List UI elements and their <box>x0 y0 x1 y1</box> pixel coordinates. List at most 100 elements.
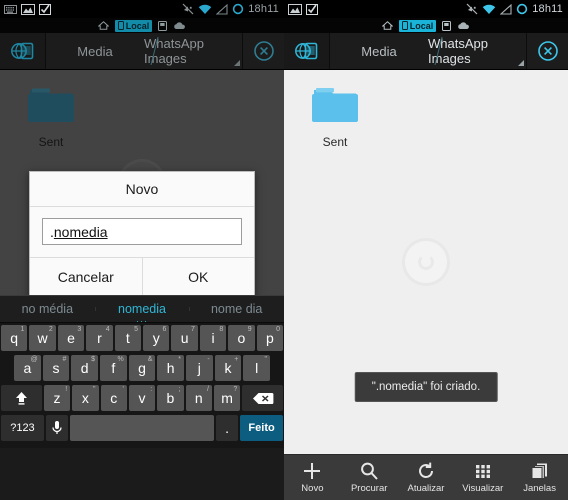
toolbar-item-atualizar[interactable]: Atualizar <box>398 461 455 494</box>
checkbox-icon <box>39 3 51 15</box>
key-v[interactable]: :v <box>128 385 156 411</box>
key-sup: + <box>234 356 239 363</box>
key-t[interactable]: 5t <box>114 325 142 351</box>
key-label: ?123 <box>10 422 35 434</box>
done-key[interactable]: Feito <box>240 415 284 441</box>
period-key[interactable]: . <box>215 415 239 441</box>
panel-left-dialog: 18h11 Local Media WhatsApp Images Sent N… <box>0 0 284 500</box>
key-label: s <box>52 360 60 376</box>
key-p[interactable]: 0p <box>256 325 284 351</box>
location-tab-local[interactable]: Local <box>398 19 437 32</box>
key-j[interactable]: -j <box>186 355 213 381</box>
file-area-right[interactable]: Sent ".nomedia" foi criado. <box>284 70 568 454</box>
signal-icon <box>500 3 512 15</box>
cancel-button[interactable]: Cancelar <box>30 258 142 295</box>
toolbar-item-visualizar[interactable]: Visualizar <box>454 461 511 494</box>
symbols-key[interactable]: ?123 <box>1 415 44 441</box>
key-b[interactable]: ; b <box>157 385 184 411</box>
key-y[interactable]: 6y <box>143 325 170 351</box>
key-o[interactable]: 9o <box>228 325 255 351</box>
key-label: j <box>197 360 201 376</box>
key-label: f <box>111 360 116 376</box>
breadcrumb-segment-whatsapp-images[interactable]: WhatsApp Images <box>144 33 242 69</box>
key-q[interactable]: 1q <box>1 325 28 351</box>
cloud-icon[interactable] <box>173 21 186 30</box>
key-label: y <box>152 330 160 346</box>
key-label: b <box>166 390 175 406</box>
breadcrumb-segment-media[interactable]: Media <box>46 33 144 69</box>
key-a[interactable]: @ a <box>14 355 41 381</box>
status-time: 18h11 <box>532 3 563 15</box>
key-c[interactable]: ' c <box>100 385 127 411</box>
breadcrumb-segment-whatsapp-images[interactable]: WhatsApp Images <box>428 33 526 69</box>
status-time: 18h11 <box>248 3 279 15</box>
toolbar-item-janelas[interactable]: Janelas <box>511 461 568 494</box>
key-u[interactable]: 7u <box>171 325 198 351</box>
key-s[interactable]: # s <box>42 355 70 381</box>
key-label: r <box>97 330 102 346</box>
file-item-sent[interactable]: Sent <box>298 82 372 149</box>
vibrate-off-icon <box>182 3 194 15</box>
key-sup: - <box>207 356 210 363</box>
close-circle-icon[interactable] <box>242 33 284 69</box>
breadcrumb-corner-icon <box>234 60 240 66</box>
filename-input[interactable]: .nomedia <box>42 218 242 245</box>
file-area-left[interactable]: Sent Novo .nomedia Cancelar OK <box>0 70 284 295</box>
key-sup: $ <box>91 356 96 363</box>
location-bar-right: Local <box>284 18 568 33</box>
key-f[interactable]: % f <box>100 355 127 381</box>
key-sup: 5 <box>134 326 139 333</box>
key-z[interactable]: ! z <box>43 385 71 411</box>
cloud-icon[interactable] <box>457 21 470 30</box>
key-x[interactable]: " x <box>72 385 99 411</box>
key-sup: 7 <box>190 326 195 333</box>
suggestion-0[interactable]: no média <box>0 302 95 316</box>
key-sup: 2 <box>48 326 53 333</box>
bottom-toolbar: Novo Procurar Atualizar Visualizar Janel… <box>284 454 568 500</box>
home-icon[interactable] <box>381 21 393 30</box>
sdcard-icon[interactable] <box>158 20 168 31</box>
key-sup: " <box>93 386 96 393</box>
key-n[interactable]: / n <box>185 385 212 411</box>
device-globe-icon[interactable] <box>0 33 46 69</box>
toolbar-item-procurar[interactable]: Procurar <box>341 461 398 494</box>
key-label: e <box>67 330 75 346</box>
key-m[interactable]: ? m <box>213 385 241 411</box>
key-g[interactable]: & g <box>128 355 156 381</box>
key-i[interactable]: 8i <box>199 325 227 351</box>
key-w[interactable]: 2w <box>29 325 56 351</box>
device-globe-icon[interactable] <box>284 33 330 69</box>
toolbar-item-novo[interactable]: Novo <box>284 461 341 494</box>
key-k[interactable]: + k <box>214 355 242 381</box>
toolbar-label: Novo <box>301 483 324 494</box>
key-e[interactable]: 3e <box>57 325 85 351</box>
key-label: i <box>211 330 215 346</box>
location-tab-local[interactable]: Local <box>114 19 153 32</box>
close-circle-icon[interactable] <box>526 33 568 69</box>
status-left-icons <box>4 3 51 15</box>
file-item-label: Sent <box>322 135 348 149</box>
keyboard-row-2: @ a # s $ d % f & g * h -j + k " l <box>0 353 284 383</box>
checkbox-icon <box>306 3 318 15</box>
on-screen-keyboard: no média nomedia nome dia 1q 2w 3e 4r 5t… <box>0 295 284 448</box>
breadcrumb-segment-media[interactable]: Media <box>330 33 428 69</box>
key-r[interactable]: 4r <box>86 325 113 351</box>
shift-icon[interactable] <box>1 385 42 411</box>
suggestion-1[interactable]: nomedia <box>94 302 190 326</box>
toolbar-label: Procurar <box>350 483 388 494</box>
space-key[interactable] <box>70 415 214 441</box>
key-l[interactable]: " l <box>243 355 271 381</box>
key-label: q <box>10 330 19 346</box>
ok-button[interactable]: OK <box>141 258 254 295</box>
file-grid-right: Sent <box>284 70 568 149</box>
suggestion-2[interactable]: nome dia <box>189 302 284 316</box>
microphone-icon[interactable] <box>45 415 69 441</box>
home-icon[interactable] <box>97 21 109 30</box>
key-d[interactable]: $ d <box>71 355 99 381</box>
sdcard-icon[interactable] <box>442 20 452 31</box>
suggestion-bar: no média nomedia nome dia <box>0 295 284 326</box>
key-h[interactable]: * h <box>157 355 185 381</box>
key-sup: 0 <box>276 326 281 333</box>
breadcrumb-label: Media <box>77 43 113 59</box>
backspace-icon[interactable] <box>242 385 284 411</box>
